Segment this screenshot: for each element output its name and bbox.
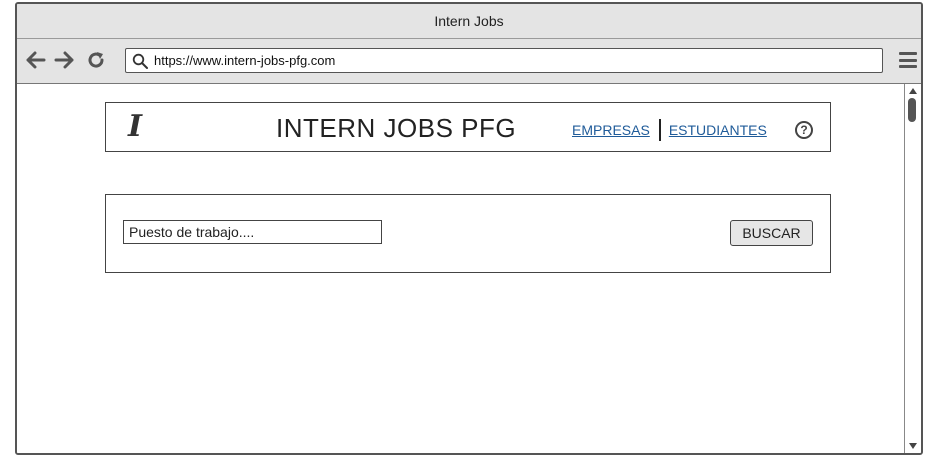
nav-link-estudiantes[interactable]: ESTUDIANTES xyxy=(669,122,767,138)
reload-icon[interactable] xyxy=(85,49,107,71)
hamburger-menu-icon[interactable] xyxy=(899,52,917,68)
job-search-panel: BUSCAR xyxy=(105,194,831,273)
site-header: I INTERN JOBS PFG EMPRESAS ESTUDIANTES ? xyxy=(105,102,831,152)
forward-arrow-icon[interactable] xyxy=(53,49,75,71)
scroll-thumb[interactable] xyxy=(908,98,916,122)
vertical-scrollbar[interactable] xyxy=(904,84,921,453)
browser-toolbar: https://www.intern-jobs-pfg.com xyxy=(17,39,921,84)
window-titlebar: Intern Jobs xyxy=(17,4,921,39)
nav-link-empresas[interactable]: EMPRESAS xyxy=(572,122,650,138)
help-icon[interactable]: ? xyxy=(795,121,813,139)
job-title-input[interactable] xyxy=(123,220,382,244)
header-nav: EMPRESAS ESTUDIANTES xyxy=(572,119,767,141)
site-logo[interactable]: I xyxy=(128,109,142,144)
nav-divider xyxy=(658,119,661,141)
window-title: Intern Jobs xyxy=(434,13,504,29)
search-icon xyxy=(132,53,148,69)
search-button[interactable]: BUSCAR xyxy=(730,220,813,246)
site-title: INTERN JOBS PFG xyxy=(276,113,517,143)
address-bar[interactable]: https://www.intern-jobs-pfg.com xyxy=(125,48,883,73)
scroll-down-arrow-icon[interactable] xyxy=(909,443,917,449)
url-text: https://www.intern-jobs-pfg.com xyxy=(154,53,336,68)
page-content: I INTERN JOBS PFG EMPRESAS ESTUDIANTES ?… xyxy=(17,84,903,453)
scroll-up-arrow-icon[interactable] xyxy=(909,88,917,94)
browser-window: Intern Jobs https://www.intern-jobs-pfg.… xyxy=(15,2,923,455)
back-arrow-icon[interactable] xyxy=(25,49,47,71)
